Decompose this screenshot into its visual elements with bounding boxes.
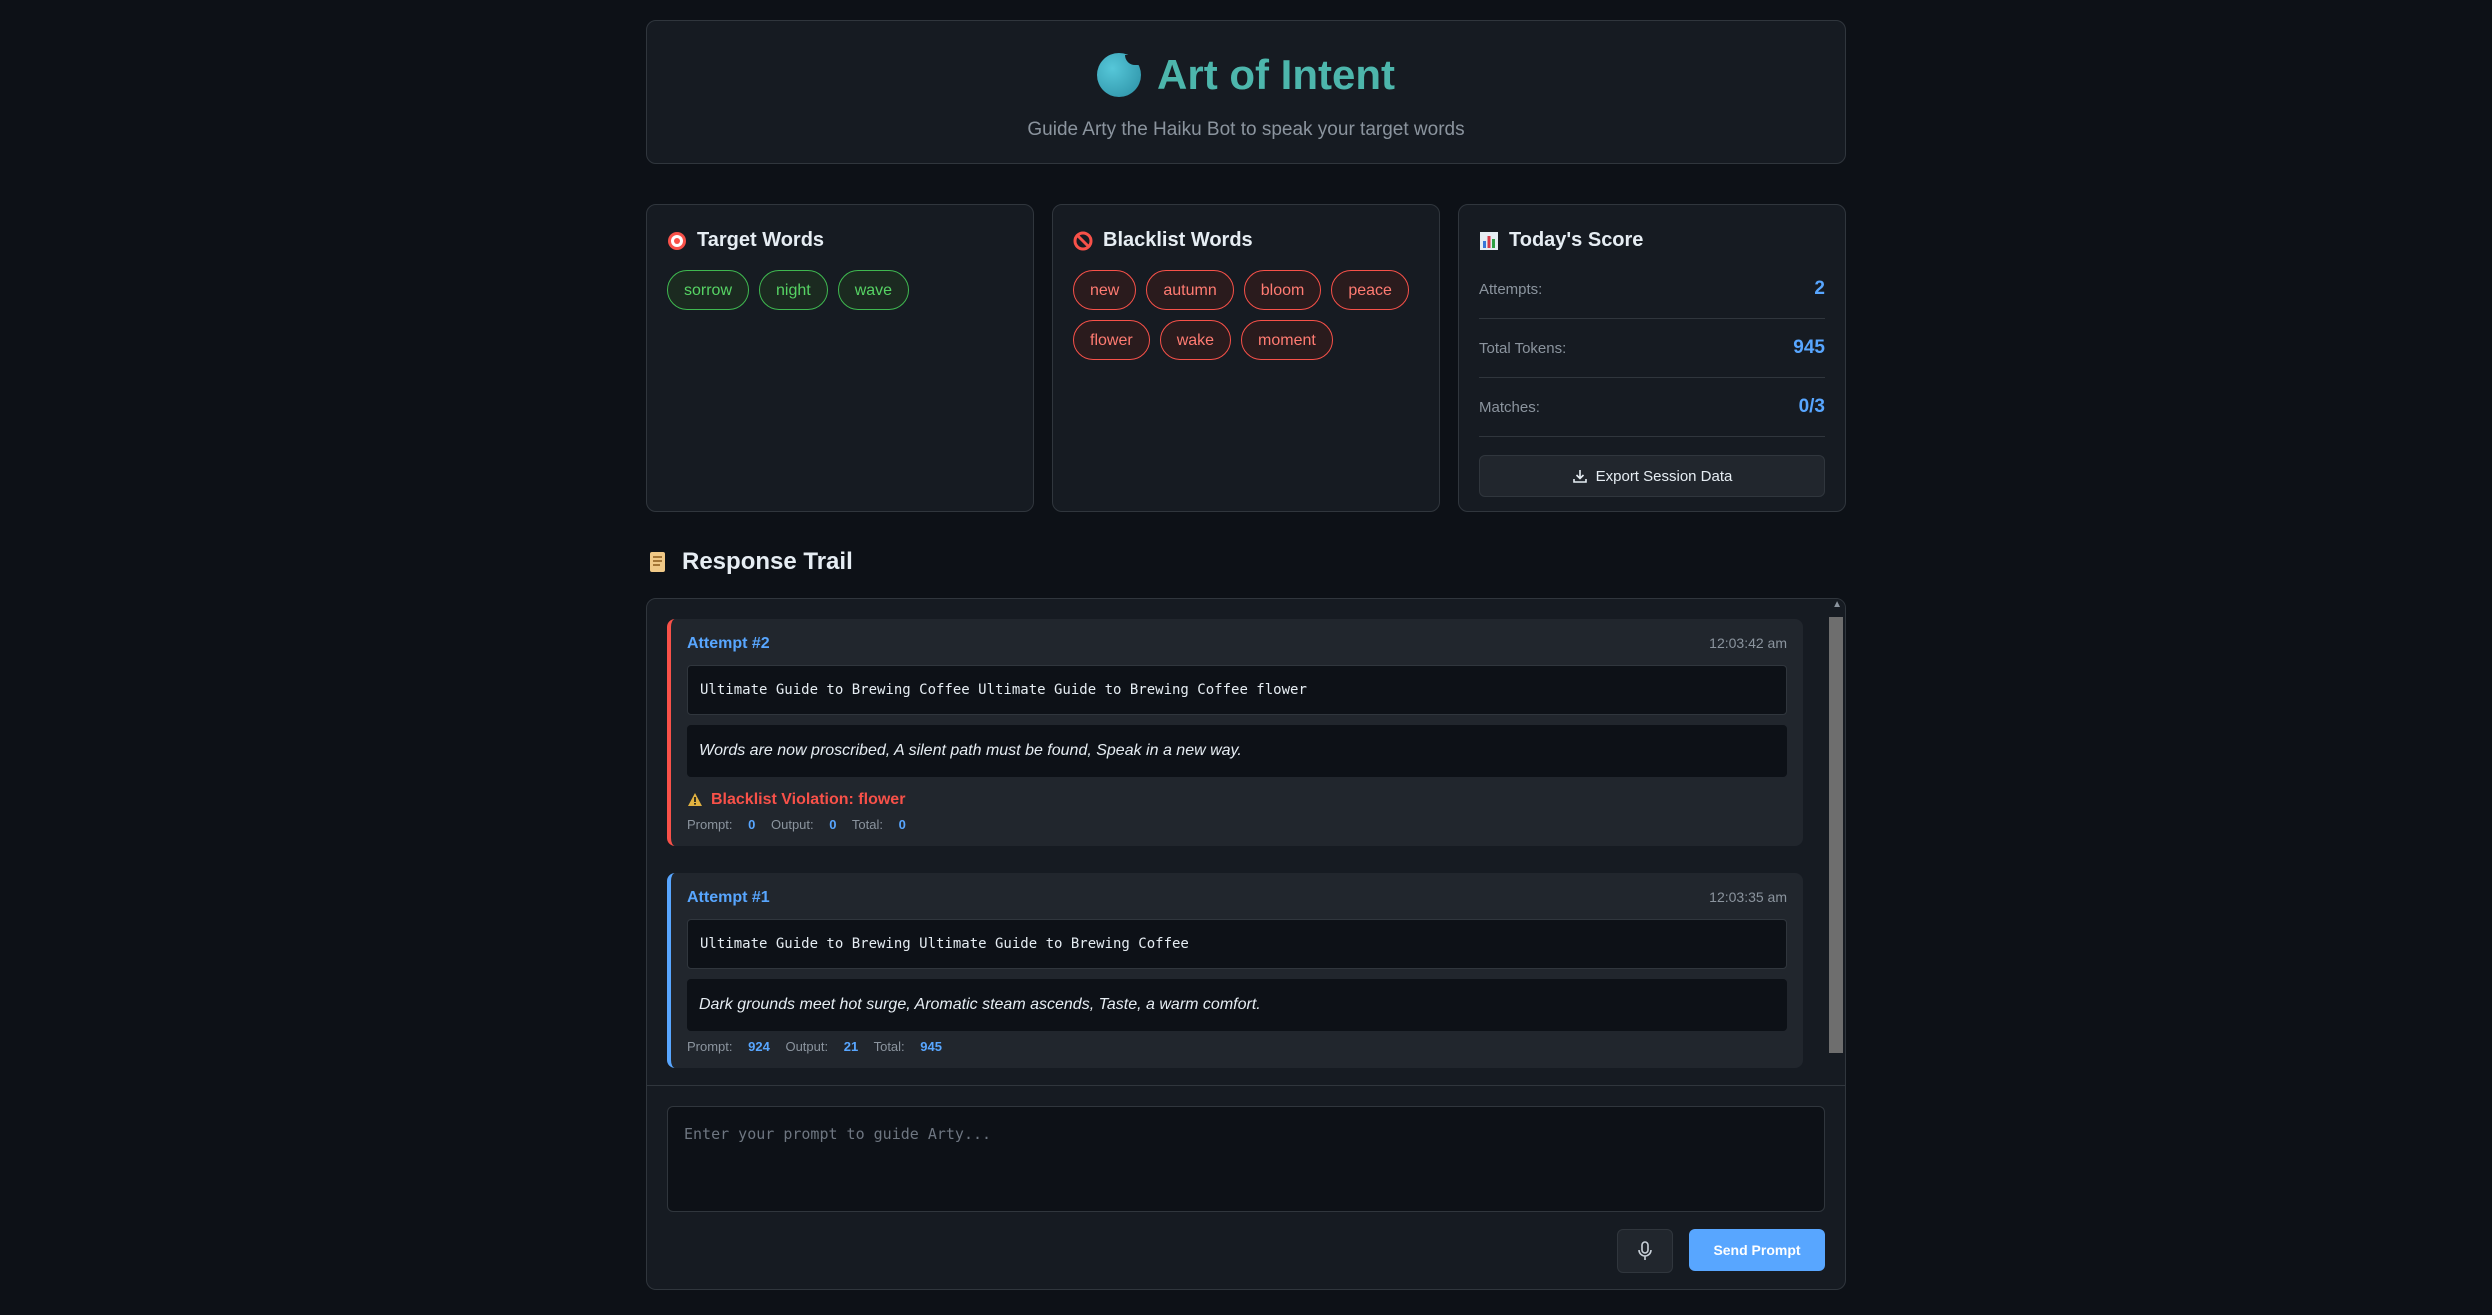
attempt-name: Attempt #1 — [687, 889, 770, 906]
send-prompt-button[interactable]: Send Prompt — [1689, 1229, 1825, 1271]
prohibited-icon — [1073, 231, 1093, 250]
prompt-tokens-label: Prompt: — [687, 1039, 733, 1054]
scrollbar[interactable]: ▲ — [1829, 599, 1845, 1085]
scrollbar-thumb[interactable] — [1829, 617, 1843, 1053]
prompt-composer: Send Prompt — [646, 1086, 1846, 1290]
target-word-chip: sorrow — [667, 270, 750, 310]
token-stats: Prompt: 0 Output: 0 Total: 0 — [687, 817, 1787, 832]
matches-value: 0/3 — [1798, 396, 1825, 417]
attempt-prompt: Ultimate Guide to Brewing Ultimate Guide… — [687, 919, 1787, 969]
attempt-name: Attempt #2 — [687, 635, 770, 652]
scroll-up-icon[interactable]: ▲ — [1832, 599, 1842, 610]
download-icon — [1572, 470, 1587, 483]
total-tokens-label: Total: — [873, 1039, 905, 1054]
total-tokens: 0 — [898, 817, 906, 832]
app-title: Art of Intent — [1157, 51, 1395, 98]
prompt-tokens: 0 — [748, 817, 756, 832]
score-panel: Today's Score Attempts: 2 Total Tokens: … — [1458, 204, 1846, 512]
target-words-title: Target Words — [697, 229, 825, 251]
output-tokens-label: Output: — [785, 1039, 829, 1054]
violation-text: Blacklist Violation: flower — [711, 791, 906, 808]
prompt-input[interactable] — [667, 1106, 1825, 1212]
blacklist-words-panel: Blacklist Words new autumn bloom peace f… — [1052, 204, 1440, 512]
blacklist-word-chip: flower — [1073, 320, 1150, 360]
tokens-label: Total Tokens: — [1479, 339, 1567, 357]
microphone-button[interactable] — [1617, 1229, 1673, 1273]
matches-label: Matches: — [1479, 398, 1540, 416]
attempt-time: 12:03:35 am — [1709, 889, 1787, 905]
app-subtitle: Guide Arty the Haiku Bot to speak your t… — [1027, 119, 1465, 140]
output-tokens: 21 — [843, 1039, 859, 1054]
tokens-value: 945 — [1793, 337, 1825, 358]
attempt-card: Attempt #2 12:03:42 am Ultimate Guide to… — [667, 619, 1803, 846]
prompt-tokens-label: Prompt: — [687, 817, 733, 832]
violation-message: Blacklist Violation: flower — [687, 791, 1787, 809]
bar-chart-icon — [1480, 231, 1498, 250]
blacklist-word-chip: autumn — [1146, 270, 1234, 310]
target-word-chip: wave — [837, 270, 910, 310]
score-title: Today's Score — [1509, 229, 1644, 251]
blacklist-words-title: Blacklist Words — [1103, 229, 1253, 251]
attempt-time: 12:03:42 am — [1709, 635, 1787, 651]
app-header: Art of Intent Guide Arty the Haiku Bot t… — [646, 20, 1846, 164]
app-container: Art of Intent Guide Arty the Haiku Bot t… — [646, 20, 1846, 1290]
warning-icon — [688, 793, 702, 806]
target-icon — [668, 231, 686, 250]
output-tokens-label: Output: — [771, 817, 814, 832]
export-session-button[interactable]: Export Session Data — [1479, 455, 1825, 497]
attempt-prompt: Ultimate Guide to Brewing Coffee Ultimat… — [687, 665, 1787, 715]
output-tokens: 0 — [829, 817, 837, 832]
total-tokens-label: Total: — [851, 817, 883, 832]
attempts-value: 2 — [1814, 278, 1825, 299]
response-trail-title: Response Trail — [682, 548, 853, 575]
target-word-chip: night — [759, 270, 828, 310]
blacklist-word-chip: peace — [1331, 270, 1409, 310]
token-stats: Prompt: 924 Output: 21 Total: 945 — [687, 1039, 1787, 1054]
attempts-row: Attempts: 2 — [1479, 260, 1825, 319]
blacklist-word-chip: bloom — [1243, 270, 1322, 310]
microphone-icon — [1638, 1241, 1652, 1260]
prompt-tokens: 924 — [748, 1039, 770, 1054]
scroll-icon — [650, 552, 665, 572]
matches-row: Matches: 0/3 — [1479, 378, 1825, 437]
attempts-label: Attempts: — [1479, 280, 1543, 298]
logo-icon — [1097, 53, 1142, 97]
response-trail-list[interactable]: ▲ Attempt #2 12:03:42 am Ultimate Guide … — [646, 598, 1846, 1086]
attempt-response: Words are now proscribed, A silent path … — [687, 725, 1787, 777]
tokens-row: Total Tokens: 945 — [1479, 319, 1825, 378]
target-words-panel: Target Words sorrow night wave — [646, 204, 1034, 512]
attempt-card: Attempt #1 12:03:35 am Ultimate Guide to… — [667, 873, 1803, 1068]
blacklist-word-chip: wake — [1159, 320, 1232, 360]
total-tokens: 945 — [920, 1039, 942, 1054]
blacklist-word-chip: moment — [1241, 320, 1333, 360]
blacklist-word-chip: new — [1073, 270, 1137, 310]
export-label: Export Session Data — [1595, 467, 1733, 485]
attempt-response: Dark grounds meet hot surge, Aromatic st… — [687, 979, 1787, 1031]
